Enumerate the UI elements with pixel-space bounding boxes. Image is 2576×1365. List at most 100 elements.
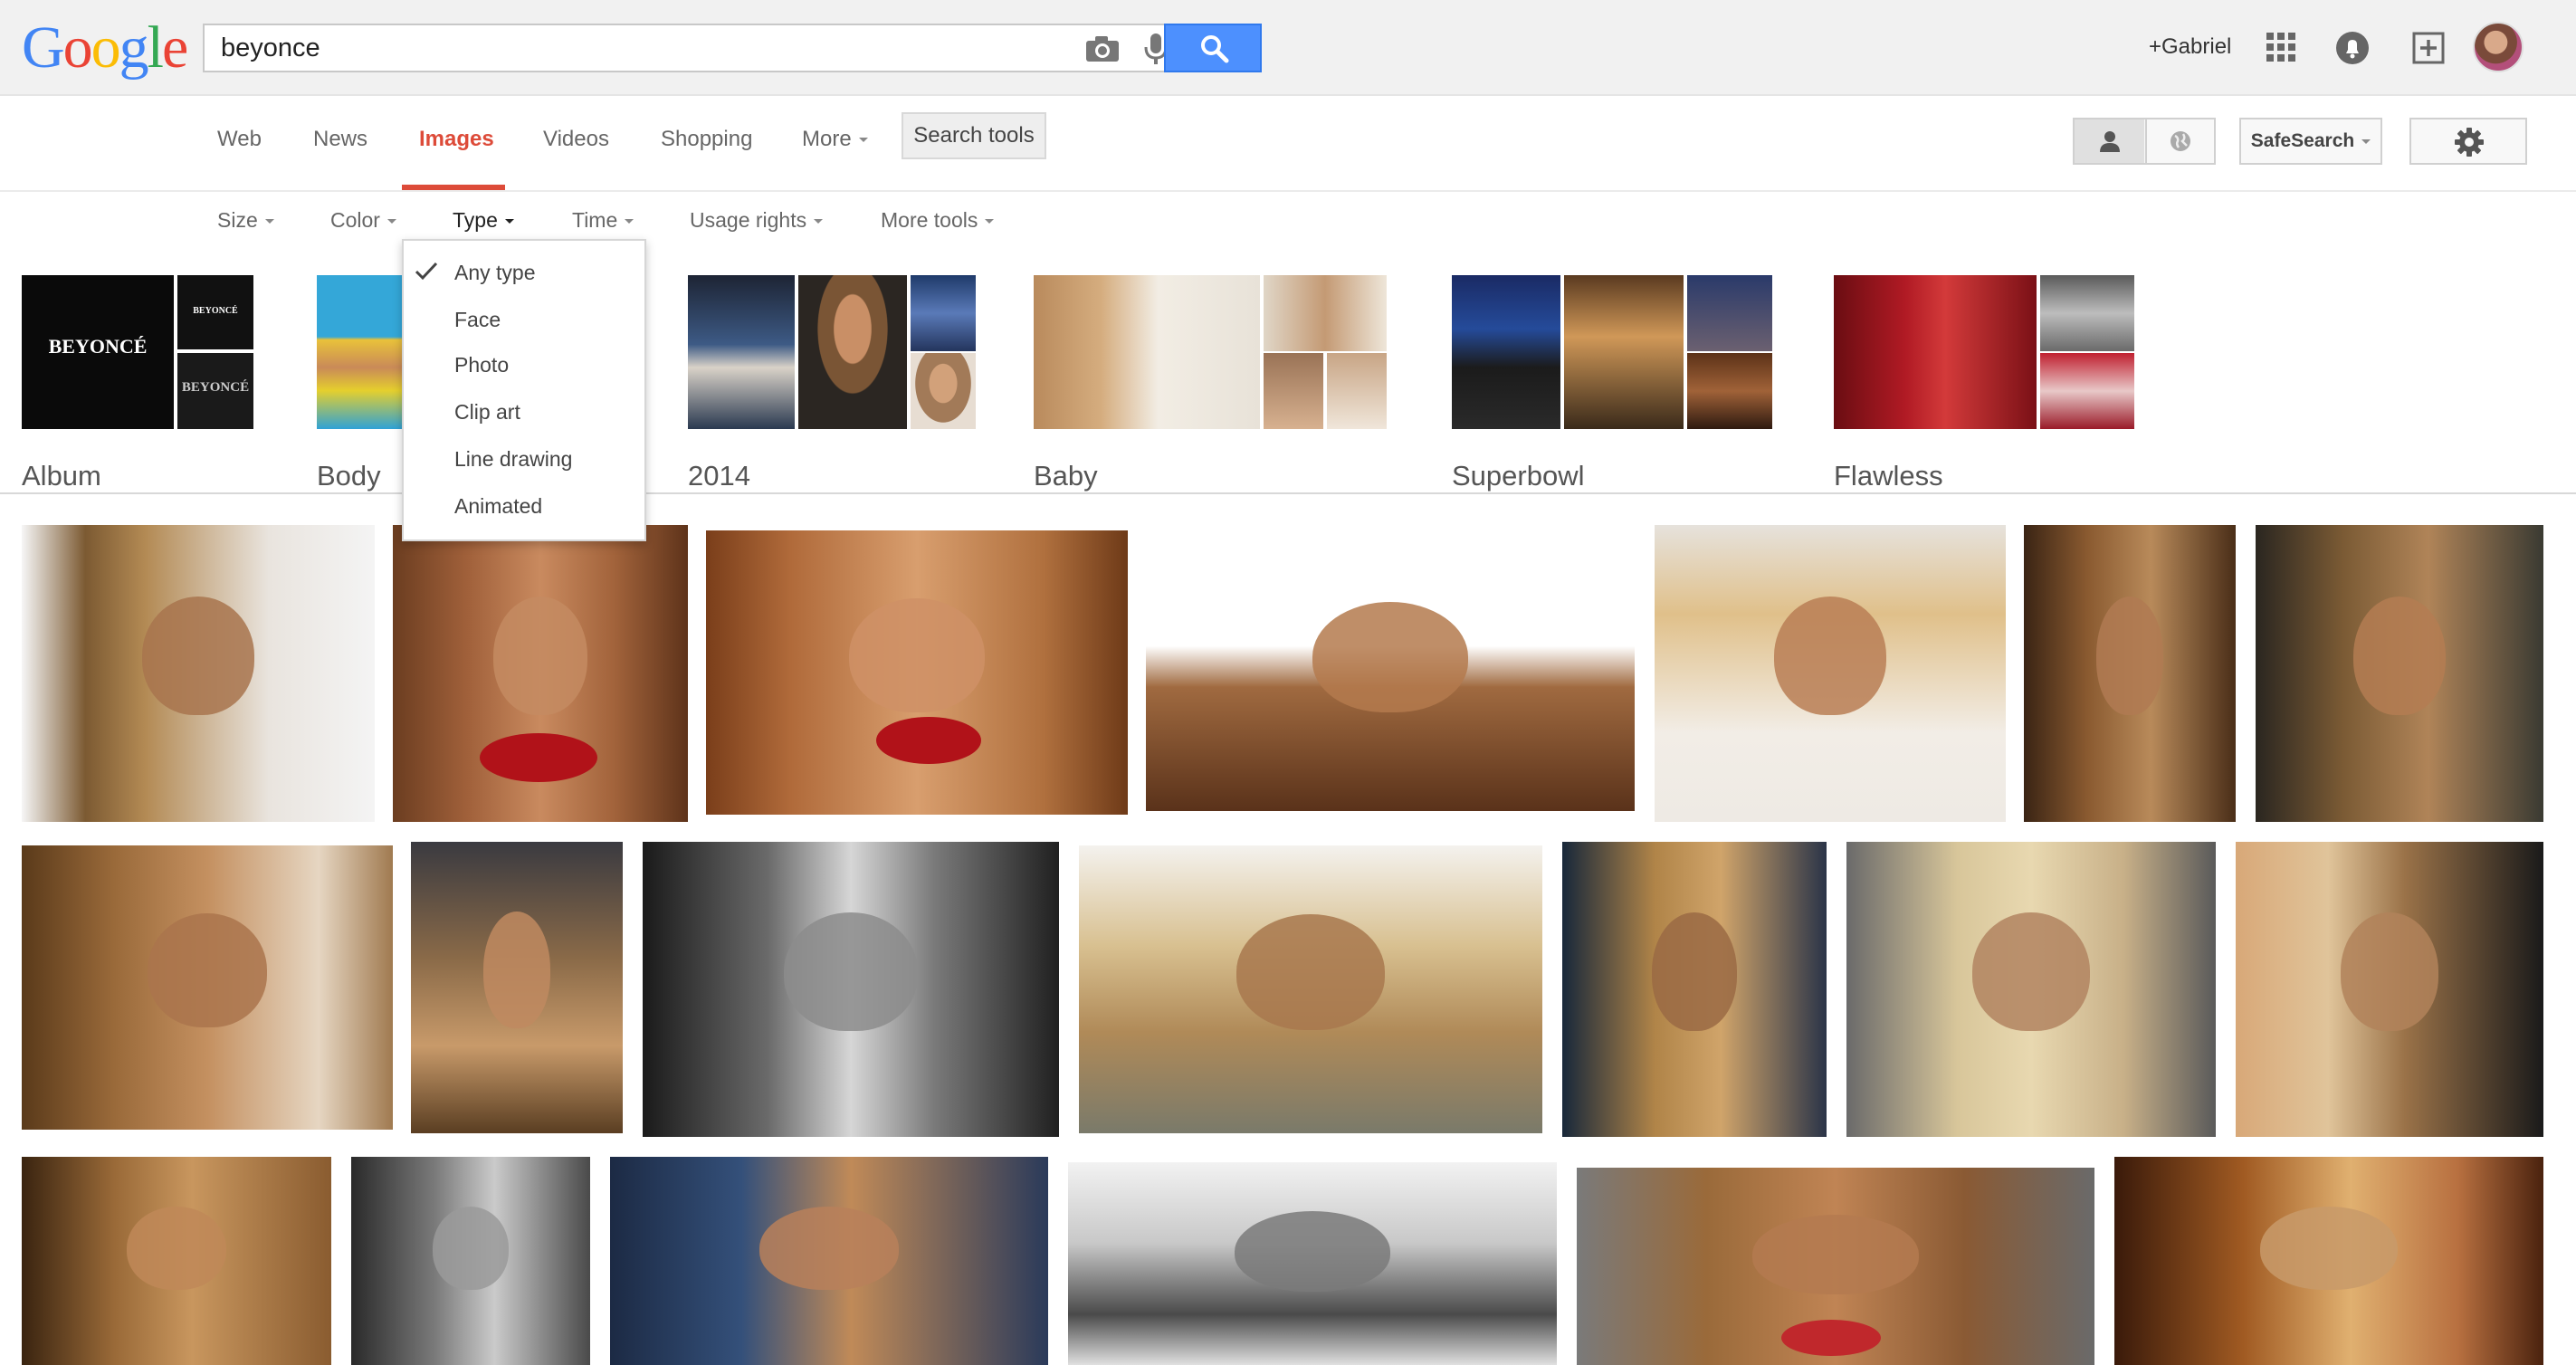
avatar[interactable] <box>2473 22 2524 72</box>
related-thumbnail <box>2040 353 2134 429</box>
image-result[interactable] <box>411 842 623 1133</box>
lips-detail <box>876 717 981 764</box>
related-thumbnail <box>1034 275 1260 429</box>
tool-more-tools-label: More tools <box>881 208 978 232</box>
lips-detail <box>1781 1320 1881 1356</box>
related-thumbnail: BEYONCÉ <box>177 275 253 349</box>
personal-results-toggle[interactable] <box>2073 118 2216 165</box>
tab-web[interactable]: Web <box>217 127 262 152</box>
lips-detail <box>480 733 597 782</box>
image-result[interactable] <box>1577 1168 2094 1365</box>
share-icon[interactable] <box>2411 31 2446 65</box>
related-thumbnail <box>2040 275 2134 351</box>
profile-name-link[interactable]: +Gabriel <box>2149 34 2231 60</box>
tool-usage-rights[interactable]: Usage rights <box>690 208 824 233</box>
menu-item-photo[interactable]: Photo <box>454 353 509 377</box>
image-result[interactable] <box>1846 842 2216 1137</box>
tool-time[interactable]: Time <box>572 208 634 233</box>
related-thumbnail <box>1564 275 1684 429</box>
globe-icon <box>2171 131 2190 151</box>
type-dropdown-menu: Any type Face Photo Clip art Line drawin… <box>402 239 646 541</box>
related-item-label: Baby <box>1034 460 1098 492</box>
image-result[interactable] <box>706 530 1128 815</box>
safesearch-dropdown[interactable]: SafeSearch <box>2239 118 2382 165</box>
tool-size[interactable]: Size <box>217 208 274 233</box>
image-result[interactable] <box>1146 536 1635 811</box>
chevron-down-icon <box>2361 138 2371 144</box>
image-result[interactable] <box>393 525 688 822</box>
image-result[interactable] <box>2236 842 2543 1137</box>
personal-results-off-button[interactable] <box>2145 119 2215 163</box>
notifications-icon[interactable] <box>2335 31 2370 65</box>
search-tools-button[interactable]: Search tools <box>902 112 1046 159</box>
tool-usage-rights-label: Usage rights <box>690 208 807 232</box>
tab-shopping[interactable]: Shopping <box>661 127 752 152</box>
related-item-label: Flawless <box>1834 460 1943 492</box>
chevron-down-icon <box>625 219 634 224</box>
image-result[interactable] <box>2256 525 2543 822</box>
related-thumbnail <box>317 275 404 429</box>
image-result[interactable] <box>610 1157 1048 1365</box>
related-item-label: Superbowl <box>1452 460 1585 492</box>
tab-images[interactable]: Images <box>419 127 494 152</box>
search-tools-bar: Size Color Type Time Usage rights More t… <box>0 192 2576 248</box>
tool-more-tools[interactable]: More tools <box>881 208 995 233</box>
image-result[interactable] <box>351 1157 590 1365</box>
related-thumbnail <box>1834 275 2037 429</box>
image-result[interactable] <box>22 1157 331 1365</box>
album-cover-text: BEYONCÉ <box>48 335 148 358</box>
tab-news[interactable]: News <box>313 127 367 152</box>
settings-button[interactable] <box>2409 118 2527 165</box>
search-input[interactable] <box>221 25 1035 71</box>
image-result[interactable] <box>22 525 375 822</box>
related-thumbnail <box>688 275 795 429</box>
safesearch-label: SafeSearch <box>2250 130 2355 151</box>
person-icon <box>2100 131 2120 152</box>
image-result[interactable] <box>22 845 393 1130</box>
related-thumbnail: BEYONCÉ <box>177 353 253 429</box>
menu-item-line-drawing[interactable]: Line drawing <box>454 447 572 472</box>
chevron-down-icon <box>264 219 274 224</box>
related-item-label: Body <box>317 460 381 492</box>
tool-size-label: Size <box>217 208 258 232</box>
search-icon <box>1201 35 1229 63</box>
related-thumbnail <box>1687 353 1772 429</box>
menu-item-animated[interactable]: Animated <box>454 494 542 519</box>
personal-results-on-button[interactable] <box>2075 119 2144 163</box>
gear-icon <box>2455 128 2484 157</box>
tool-type-label: Type <box>453 208 498 232</box>
search-button[interactable] <box>1164 24 1262 72</box>
active-tab-indicator <box>402 185 505 190</box>
related-thumbnail <box>1264 275 1387 351</box>
chevron-down-icon <box>504 219 514 224</box>
tab-more-label: More <box>802 127 852 151</box>
search-box <box>203 24 1168 72</box>
tool-type[interactable]: Type <box>453 208 514 233</box>
image-result[interactable] <box>1562 842 1827 1137</box>
tool-time-label: Time <box>572 208 618 232</box>
related-thumbnail <box>911 275 976 351</box>
check-icon <box>415 262 438 281</box>
tab-more[interactable]: More <box>802 127 868 152</box>
image-result[interactable] <box>1068 1162 1557 1365</box>
image-result[interactable] <box>2114 1157 2543 1365</box>
camera-icon[interactable] <box>1084 34 1121 63</box>
related-searches: BEYONCÉ BEYONCÉ BEYONCÉ Album Body 2014 … <box>0 248 2576 494</box>
menu-item-any-type[interactable]: Any type <box>454 261 536 285</box>
chevron-down-icon <box>858 138 868 143</box>
tool-color[interactable]: Color <box>330 208 396 233</box>
search-nav: Web News Images Videos Shopping More Sea… <box>0 96 2576 192</box>
apps-icon[interactable] <box>2266 33 2295 62</box>
related-thumbnail <box>911 353 976 429</box>
image-result[interactable] <box>1079 845 1542 1133</box>
menu-item-clip-art[interactable]: Clip art <box>454 400 520 425</box>
menu-item-face[interactable]: Face <box>454 308 501 332</box>
chevron-down-icon <box>985 219 995 224</box>
image-result[interactable] <box>2024 525 2236 822</box>
image-result[interactable] <box>643 842 1059 1137</box>
chevron-down-icon <box>814 219 824 224</box>
tab-videos[interactable]: Videos <box>543 127 609 152</box>
google-logo[interactable]: Google <box>22 16 188 80</box>
image-result[interactable] <box>1655 525 2006 822</box>
related-thumbnail <box>798 275 907 429</box>
